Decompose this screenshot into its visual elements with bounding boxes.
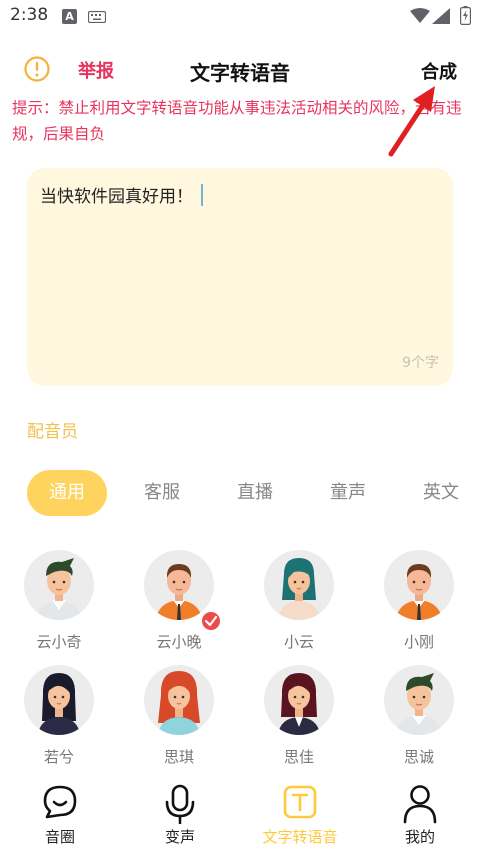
- female-avatar-icon: [38, 673, 80, 735]
- male-avatar-icon: [396, 564, 442, 620]
- voice-name: 云小奇: [36, 633, 82, 651]
- text-caret: [201, 184, 203, 206]
- signal-icon: [432, 8, 450, 24]
- avatar: [384, 665, 454, 735]
- chat-bubble-icon: [43, 785, 77, 819]
- avatar: [144, 665, 214, 735]
- avatar: [264, 665, 334, 735]
- avatar: [264, 550, 334, 620]
- nav-item-voice-change[interactable]: 变声: [120, 778, 240, 853]
- nav-label: 我的: [404, 828, 435, 846]
- male-avatar-icon: [36, 558, 82, 620]
- status-time: 2:38: [10, 5, 49, 25]
- voice-name: 思佳: [283, 748, 314, 766]
- selected-check-icon: [200, 610, 222, 632]
- voice-name: 若兮: [43, 748, 74, 766]
- tab-english[interactable]: 英文: [401, 470, 480, 516]
- avatar: [384, 550, 454, 620]
- nav-label: 音圈: [44, 828, 75, 846]
- tab-customer-service[interactable]: 客服: [122, 470, 202, 516]
- avatar: [24, 550, 94, 620]
- voice-item[interactable]: 小云: [251, 550, 347, 660]
- voice-name: 云小晚: [156, 633, 202, 651]
- avatar: [24, 665, 94, 735]
- voice-name: 小云: [283, 633, 314, 651]
- nav-item-text-to-speech[interactable]: 文字转语音: [240, 778, 360, 853]
- input-text: 当快软件园真好用！: [40, 187, 193, 207]
- tab-live[interactable]: 直播: [215, 470, 295, 516]
- tab-child-voice[interactable]: 童声: [308, 470, 388, 516]
- a-notification-icon: A: [62, 9, 77, 24]
- voice-item-selected[interactable]: 云小晚: [131, 550, 227, 660]
- voice-item[interactable]: 思诚: [371, 665, 467, 775]
- voice-item[interactable]: 思琪: [131, 665, 227, 775]
- voice-item[interactable]: 小刚: [371, 550, 467, 660]
- status-bar: 2:38 A: [0, 0, 480, 34]
- text-input-content[interactable]: 当快软件园真好用！: [40, 182, 203, 207]
- male-avatar-icon: [156, 564, 202, 620]
- text-input-area[interactable]: 当快软件园真好用！ 9个字: [27, 168, 453, 386]
- nav-label: 变声: [164, 828, 195, 846]
- bottom-nav: 音圈 变声 文字转语音 我的: [0, 778, 480, 853]
- nav-item-circle[interactable]: 音圈: [0, 778, 120, 853]
- voice-item[interactable]: 思佳: [251, 665, 347, 775]
- male-avatar-icon: [396, 673, 442, 735]
- voice-name: 小刚: [403, 633, 434, 651]
- voice-name: 思琪: [163, 748, 194, 766]
- nav-item-mine[interactable]: 我的: [360, 778, 480, 853]
- user-icon: [403, 785, 437, 824]
- voice-item[interactable]: 云小奇: [11, 550, 107, 660]
- nav-label: 文字转语音: [262, 828, 338, 846]
- annotation-arrow-icon: [388, 86, 435, 157]
- text-t-icon: [283, 785, 317, 819]
- char-count: 9个字: [402, 355, 439, 371]
- female-avatar-icon: [278, 673, 320, 735]
- battery-icon: [460, 6, 471, 25]
- avatar: [144, 550, 214, 620]
- voice-actors-label: 配音员: [27, 422, 78, 442]
- voice-category-tabs: 通用 客服 直播 童声 英文: [27, 470, 480, 516]
- microphone-icon: [165, 784, 195, 824]
- tab-general[interactable]: 通用: [27, 470, 107, 516]
- female-avatar-icon: [158, 671, 200, 735]
- female-avatar-icon: [278, 558, 320, 620]
- report-button[interactable]: 举报: [78, 57, 114, 83]
- voice-name: 思诚: [403, 748, 434, 766]
- wifi-icon: [410, 8, 430, 23]
- warning-icon[interactable]: [24, 56, 50, 82]
- voice-item[interactable]: 若兮: [11, 665, 107, 775]
- keyboard-icon: [88, 11, 106, 23]
